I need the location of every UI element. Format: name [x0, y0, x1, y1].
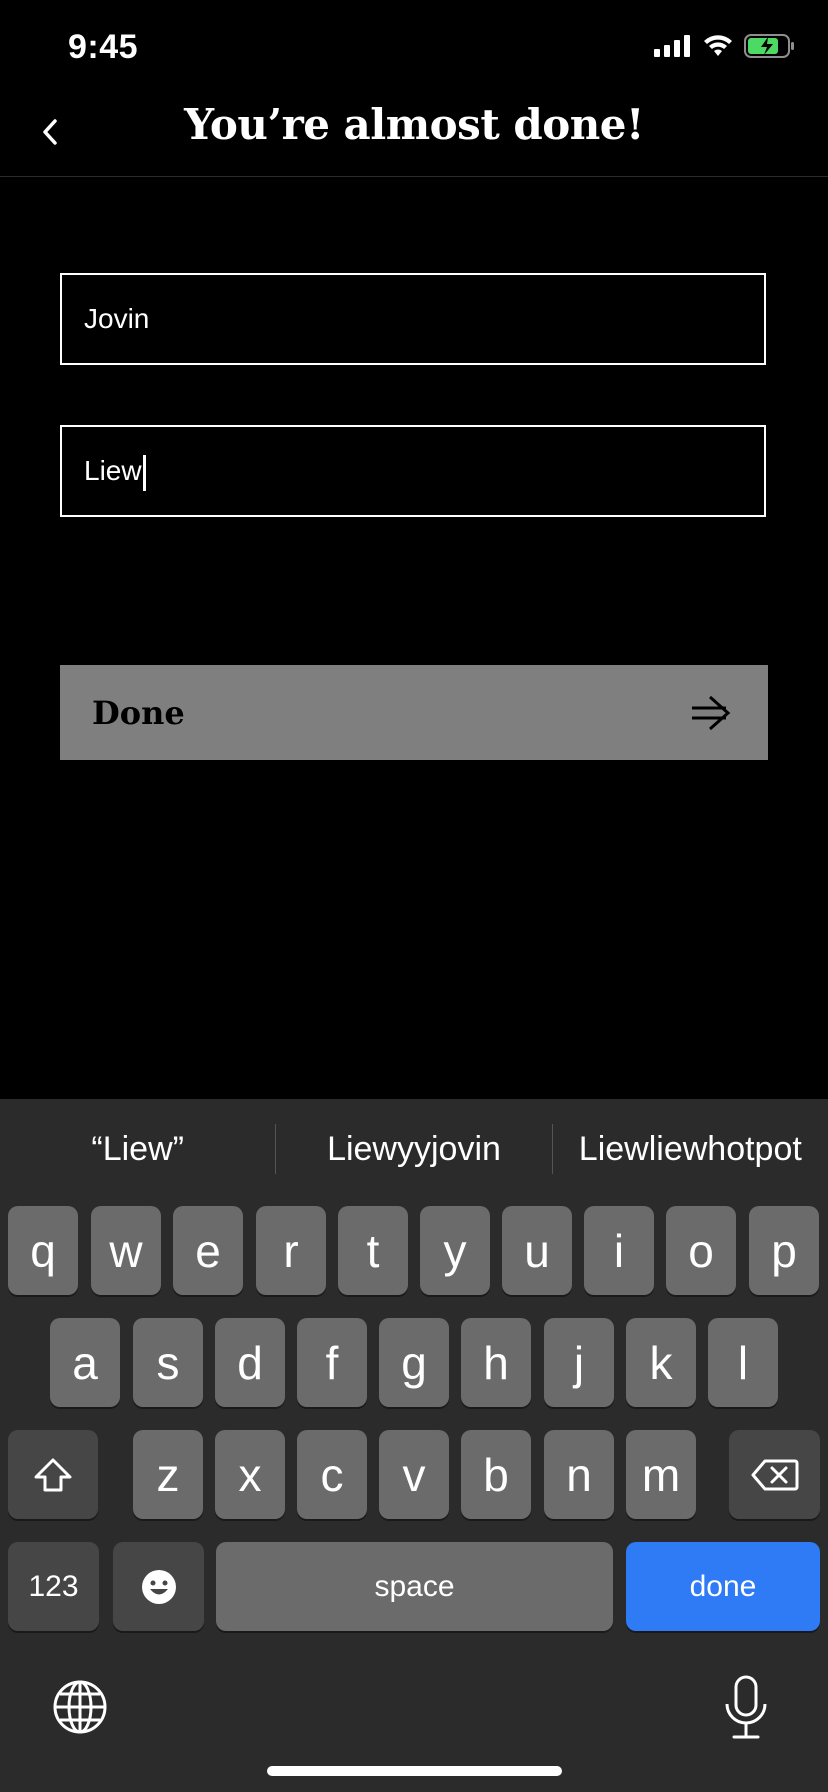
battery-icon — [744, 34, 794, 58]
emoji-icon — [141, 1569, 176, 1604]
key-a[interactable]: a — [50, 1318, 120, 1407]
space-key[interactable]: space — [216, 1542, 613, 1631]
last-name-field[interactable] — [60, 425, 766, 517]
key-q[interactable]: q — [8, 1206, 78, 1295]
key-l[interactable]: l — [708, 1318, 778, 1407]
page-title: You’re almost done! — [184, 100, 644, 149]
globe-icon — [53, 1680, 107, 1734]
key-j[interactable]: j — [544, 1318, 614, 1407]
backspace-icon — [751, 1459, 798, 1490]
last-name-input[interactable] — [84, 455, 764, 487]
home-indicator[interactable] — [267, 1766, 562, 1776]
key-x[interactable]: x — [215, 1430, 285, 1519]
keyboard: “Liew” Liewyyjovin Liewliewhotpot q w e … — [0, 1099, 828, 1792]
key-h[interactable]: h — [461, 1318, 531, 1407]
dictation-button[interactable] — [722, 1674, 772, 1744]
suggestion-2[interactable]: Liewyyjovin — [276, 1130, 551, 1169]
key-o[interactable]: o — [666, 1206, 736, 1295]
key-b[interactable]: b — [461, 1430, 531, 1519]
shift-icon — [34, 1458, 72, 1491]
signal-icon — [654, 35, 690, 57]
key-z[interactable]: z — [133, 1430, 203, 1519]
first-name-input[interactable] — [84, 303, 764, 335]
shift-key[interactable] — [8, 1430, 98, 1519]
wifi-icon — [704, 35, 732, 56]
key-u[interactable]: u — [502, 1206, 572, 1295]
done-button-label: Done — [92, 693, 185, 732]
key-k[interactable]: k — [626, 1318, 696, 1407]
key-p[interactable]: p — [749, 1206, 819, 1295]
key-t[interactable]: t — [338, 1206, 408, 1295]
keyboard-done-key[interactable]: done — [626, 1542, 820, 1631]
key-s[interactable]: s — [133, 1318, 203, 1407]
key-r[interactable]: r — [256, 1206, 326, 1295]
numbers-key[interactable]: 123 — [8, 1542, 99, 1631]
key-g[interactable]: g — [379, 1318, 449, 1407]
status-icons — [654, 34, 796, 58]
key-f[interactable]: f — [297, 1318, 367, 1407]
emoji-key[interactable] — [113, 1542, 204, 1631]
globe-button[interactable] — [52, 1679, 112, 1739]
key-w[interactable]: w — [91, 1206, 161, 1295]
status-time: 9:45 — [68, 28, 139, 66]
header-bar: You’re almost done! — [0, 90, 828, 177]
key-n[interactable]: n — [544, 1430, 614, 1519]
key-v[interactable]: v — [379, 1430, 449, 1519]
key-y[interactable]: y — [420, 1206, 490, 1295]
key-i[interactable]: i — [584, 1206, 654, 1295]
microphone-icon — [725, 1675, 767, 1739]
suggestion-3[interactable]: Liewliewhotpot — [553, 1130, 828, 1169]
done-button[interactable]: Done — [60, 665, 768, 760]
suggestion-1[interactable]: “Liew” — [0, 1130, 275, 1169]
backspace-key[interactable] — [729, 1430, 820, 1519]
key-d[interactable]: d — [215, 1318, 285, 1407]
suggestion-bar: “Liew” Liewyyjovin Liewliewhotpot — [0, 1099, 828, 1199]
key-c[interactable]: c — [297, 1430, 367, 1519]
key-m[interactable]: m — [626, 1430, 696, 1519]
text-caret — [143, 455, 146, 491]
key-e[interactable]: e — [173, 1206, 243, 1295]
first-name-field[interactable] — [60, 273, 766, 365]
arrow-right-icon — [692, 695, 731, 730]
